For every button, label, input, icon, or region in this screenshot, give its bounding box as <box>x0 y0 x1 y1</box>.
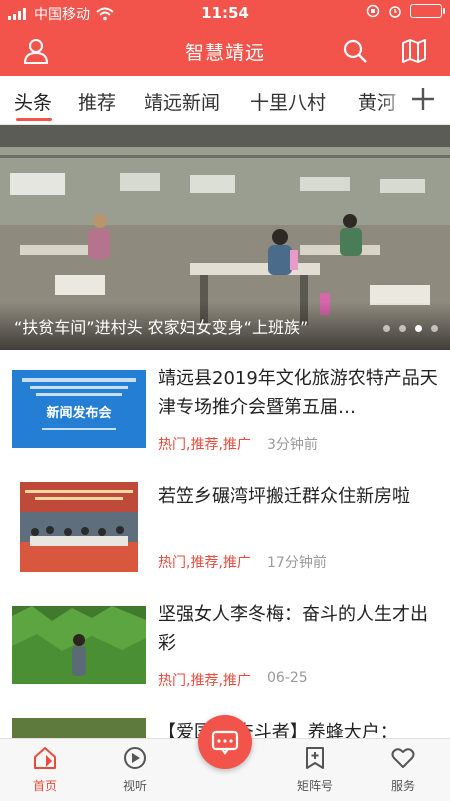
bottom-tab-bar: 首页 视听 矩阵号 服务 <box>0 715 450 801</box>
tab-headlines[interactable]: 头条 <box>14 88 52 115</box>
active-tab-indicator <box>16 118 52 121</box>
news-title: 靖远县2019年文化旅游农特产品天津专场推介会暨第五届… <box>158 368 438 418</box>
thumbnail-caption: 新闻发布会 <box>46 406 112 421</box>
alarm-icon <box>389 6 401 18</box>
carousel-dot[interactable] <box>399 325 406 332</box>
banner-caption: “扶贫车间”进村头 农家妇女变身“上班族” <box>14 318 309 337</box>
carousel-dot[interactable] <box>383 325 390 332</box>
chat-bubble-icon <box>211 730 239 755</box>
news-title: 若笠乡碾湾坪搬迁群众住新房啦 <box>158 486 410 507</box>
news-thumbnail <box>20 482 138 572</box>
news-tags: 热门,推荐,推广 <box>158 437 251 453</box>
tab-service-label: 服务 <box>390 779 415 793</box>
channel-tabs: 头条 推荐 靖远新闻 十里八村 黄河 <box>0 76 450 125</box>
news-time: 17分钟前 <box>267 555 327 571</box>
tab-home-label: 首页 <box>32 779 57 793</box>
carousel-dot-active[interactable] <box>415 325 422 332</box>
news-thumbnail: 新闻发布会 <box>12 370 146 448</box>
center-action-button[interactable] <box>198 715 252 769</box>
news-item[interactable]: 新闻发布会 靖远县2019年文化旅游农特产品天津专场推介会暨第五届… 热门,推荐… <box>0 350 450 469</box>
news-item[interactable]: 坚强女人李冬梅：奋斗的人生才出彩 热门,推荐,推广 06-25 <box>0 586 450 705</box>
heart-icon <box>391 748 415 768</box>
status-right <box>366 4 445 18</box>
tab-villages[interactable]: 十里八村 <box>250 88 326 115</box>
tab-fade <box>380 76 410 123</box>
home-icon <box>34 747 56 769</box>
rotation-lock-icon <box>366 4 380 18</box>
news-tags: 热门,推荐,推广 <box>158 673 251 689</box>
carousel-dots <box>383 325 438 332</box>
news-thumbnail <box>12 606 146 684</box>
tab-audio-video-label: 视听 <box>122 779 147 793</box>
tab-matrix[interactable]: 矩阵号 <box>280 745 350 794</box>
news-time: 06-25 <box>267 670 308 686</box>
tab-home[interactable]: 首页 <box>10 745 80 794</box>
tab-service[interactable]: 服务 <box>368 745 438 794</box>
add-channel-icon[interactable] <box>408 84 438 114</box>
map-book-icon[interactable] <box>400 37 428 65</box>
headline-banner[interactable]: “扶贫车间”进村头 农家妇女变身“上班族” <box>0 125 450 350</box>
news-item[interactable]: 若笠乡碾湾坪搬迁群众住新房啦 热门,推荐,推广 17分钟前 <box>0 468 450 587</box>
news-thumbnail <box>12 718 146 738</box>
app-header: 智慧靖远 <box>0 26 450 76</box>
news-time: 3分钟前 <box>267 437 318 453</box>
app-title: 智慧靖远 <box>184 42 265 64</box>
search-icon[interactable] <box>341 37 369 65</box>
tab-recommended[interactable]: 推荐 <box>78 88 116 115</box>
carousel-dot[interactable] <box>431 325 438 332</box>
battery-icon <box>410 4 445 18</box>
status-bar: 中国移动 11:54 <box>0 0 450 26</box>
news-title: 坚强女人李冬梅：奋斗的人生才出彩 <box>158 604 428 654</box>
news-tags: 热门,推荐,推广 <box>158 555 251 571</box>
tab-audio-video[interactable]: 视听 <box>100 745 170 794</box>
bookmark-plus-icon <box>306 747 324 769</box>
tab-jingyuan-news[interactable]: 靖远新闻 <box>144 88 220 115</box>
tab-matrix-label: 矩阵号 <box>296 779 333 793</box>
play-icon <box>124 747 146 769</box>
